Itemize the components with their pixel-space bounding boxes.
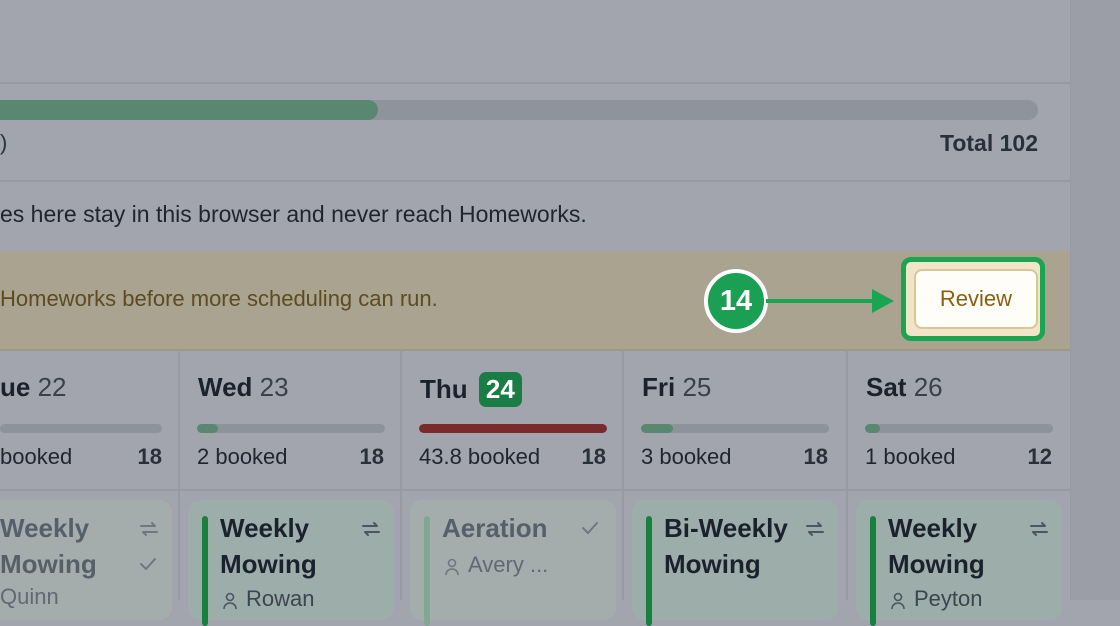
job-assignee: Rowan — [246, 586, 315, 611]
divider — [0, 489, 180, 491]
banner-message: Homeworks before more scheduling can run… — [0, 286, 438, 311]
job-status-stripe — [202, 516, 208, 626]
day-header: Wed 23 — [198, 372, 289, 403]
divider — [180, 489, 402, 491]
person-icon — [891, 592, 905, 610]
capacity-progress-fill — [0, 100, 378, 120]
job-title: Aeration — [442, 513, 548, 543]
day-load-bar — [865, 424, 1053, 433]
job-assignee: Quinn — [0, 584, 59, 609]
divider — [0, 82, 1070, 84]
booked-count: 1 booked — [865, 444, 956, 469]
day-load-fill — [197, 424, 218, 433]
day-name: ue — [0, 372, 31, 402]
job-assignee: Avery ... — [468, 552, 549, 577]
person-icon — [445, 558, 459, 576]
day-capacity: 18 — [803, 444, 828, 469]
progress-total: Total 102 — [940, 130, 1038, 156]
day-column-fri[interactable]: Fri 25 3 booked 18 Bi-Weekly Mowing — [624, 350, 846, 626]
day-name: Wed — [198, 372, 253, 402]
day-capacity: 12 — [1027, 444, 1052, 469]
job-title: Bi-Weekly Mowing — [664, 513, 788, 579]
day-header: Thu 24 — [420, 372, 522, 407]
day-load-fill — [865, 424, 881, 433]
capacity-progress-bar — [0, 100, 1038, 120]
progress-caption: ) — [0, 130, 8, 155]
day-name: Thu — [420, 374, 468, 404]
arrow-right-icon — [766, 289, 894, 313]
divider — [848, 489, 1070, 491]
day-capacity: 18 — [359, 444, 384, 469]
divider — [402, 489, 624, 491]
booked-count: 2 booked — [197, 444, 288, 469]
job-status-stripe — [870, 516, 876, 626]
today-date-badge: 24 — [478, 372, 522, 407]
job-title: Weekly Mowing — [0, 513, 97, 579]
job-status-stripe — [424, 516, 430, 626]
day-column-wed[interactable]: Wed 23 2 booked 18 Weekly Mowing Rowan — [180, 350, 402, 626]
job-card[interactable]: Aeration Avery ... — [410, 500, 616, 626]
booked-count: booked — [0, 444, 73, 469]
job-status-stripe — [646, 516, 652, 626]
day-name: Sat — [866, 372, 907, 402]
review-button[interactable]: Review — [914, 269, 1038, 329]
repeat-icon — [140, 522, 158, 536]
day-load-fill — [641, 424, 673, 433]
day-header: Sat 26 — [866, 372, 943, 403]
divider — [0, 180, 1070, 182]
booked-count: 3 booked — [641, 444, 732, 469]
job-title: Weekly Mowing — [888, 513, 985, 579]
step-number-badge: 14 — [704, 269, 768, 333]
day-load-bar — [0, 424, 162, 433]
day-column-tue[interactable]: ue 22 booked 18 Weekly Mowing Quinn — [0, 350, 180, 620]
day-header: ue 22 — [0, 372, 67, 403]
day-column-sat[interactable]: Sat 26 1 booked 12 Weekly Mowing Peyton — [848, 350, 1070, 626]
day-header: Fri 25 — [642, 372, 711, 403]
divider — [624, 489, 846, 491]
repeat-icon — [362, 522, 380, 536]
local-changes-note: es here stay in this browser and never r… — [0, 201, 587, 227]
job-title: Weekly Mowing — [220, 513, 317, 579]
scrollbar-gutter[interactable] — [1070, 0, 1120, 600]
day-capacity: 18 — [137, 444, 162, 469]
day-load-bar — [641, 424, 829, 433]
sync-warning-banner: Homeworks before more scheduling can run… — [0, 251, 1070, 351]
job-card[interactable]: Weekly Mowing Quinn — [0, 500, 172, 620]
person-icon — [223, 592, 237, 610]
day-date: 25 — [682, 372, 712, 402]
day-load-bar — [419, 424, 607, 433]
job-card[interactable]: Weekly Mowing Rowan — [188, 500, 394, 626]
check-icon — [140, 558, 156, 570]
job-card[interactable]: Bi-Weekly Mowing — [632, 500, 838, 626]
day-date: 22 — [37, 372, 67, 402]
day-name: Fri — [642, 372, 676, 402]
repeat-icon — [806, 522, 824, 536]
job-card[interactable]: Weekly Mowing Peyton — [856, 500, 1062, 626]
booked-count: 43.8 booked — [419, 444, 541, 469]
day-load-bar — [197, 424, 385, 433]
day-capacity: 18 — [581, 444, 606, 469]
day-date: 26 — [913, 372, 943, 402]
schedule-panel: ) Total 102 es here stay in this browser… — [0, 0, 1070, 626]
repeat-icon — [1030, 522, 1048, 536]
day-date: 23 — [259, 372, 289, 402]
check-icon — [582, 522, 598, 534]
day-column-thu[interactable]: Thu 24 43.8 booked 18 Aeration Avery ... — [402, 350, 624, 626]
day-load-fill — [419, 424, 607, 433]
job-assignee: Peyton — [914, 586, 983, 611]
